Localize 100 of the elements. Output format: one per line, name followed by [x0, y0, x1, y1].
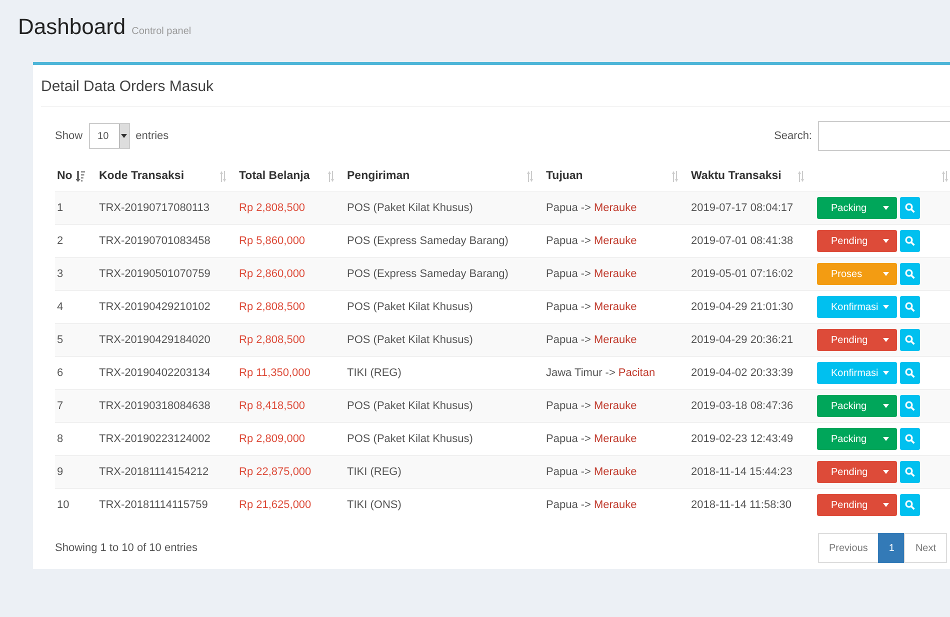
caret-icon — [883, 338, 889, 342]
origin-text: Jawa Timur -> — [546, 367, 616, 379]
column-header[interactable]: Kode Transaksi — [99, 170, 184, 182]
table-cell: TRX-20190429184020 — [99, 334, 210, 346]
table-cell: 2019-07-01 08:41:38 — [691, 235, 794, 247]
view-button[interactable] — [900, 230, 920, 252]
search-icon — [905, 434, 915, 444]
table-cell: POS (Paket Kilat Khusus) — [347, 334, 473, 346]
status-dropdown-button[interactable]: Packing — [817, 197, 897, 219]
table-cell: 8 — [57, 433, 64, 445]
column-header[interactable]: No — [57, 170, 72, 182]
page-title: Dashboard — [18, 14, 126, 40]
view-button[interactable] — [900, 197, 920, 219]
search-field[interactable] — [818, 121, 950, 151]
table-cell: TIKI (REG) — [347, 367, 402, 379]
status-dropdown-button[interactable]: Pending — [817, 494, 897, 516]
status-dropdown-button[interactable]: Pending — [817, 329, 897, 351]
origin-text: Papua -> — [546, 466, 591, 478]
table-cell: 3 — [57, 268, 64, 280]
view-button[interactable] — [900, 428, 920, 450]
search-label: Search: — [774, 130, 812, 142]
column-header[interactable]: Waktu Transaksi — [691, 170, 782, 182]
table-cell: 2019-04-29 20:36:21 — [691, 334, 794, 346]
status-dropdown-button[interactable]: Pending — [817, 461, 897, 483]
table-cell: 2019-05-01 07:16:02 — [691, 268, 794, 280]
table-cell: 9 — [57, 466, 64, 478]
table-cell: Rp 2,808,500 — [239, 301, 306, 313]
table-cell: 2019-04-02 20:33:39 — [691, 367, 794, 379]
caret-icon — [883, 305, 889, 309]
search-icon — [905, 269, 915, 279]
table-cell: 2019-07-17 08:04:17 — [691, 202, 794, 214]
table-cell: 2018-11-14 15:44:23 — [691, 466, 792, 478]
table-cell: Rp 11,350,000 — [239, 367, 310, 379]
table-cell: 2019-02-23 12:43:49 — [691, 433, 794, 445]
table-cell: TIKI (ONS) — [347, 499, 402, 511]
page-subtitle: Control panel — [132, 26, 192, 37]
column-header[interactable]: Tujuan — [546, 170, 583, 182]
table-info: Showing 1 to 10 of 10 entries — [55, 542, 198, 554]
city-text: Merauke — [594, 499, 637, 511]
caret-icon — [883, 503, 889, 507]
caret-icon — [883, 470, 889, 474]
caret-icon — [121, 134, 128, 138]
box-title: Detail Data Orders Masuk — [41, 65, 950, 107]
table-cell: 10 — [57, 499, 70, 511]
status-dropdown-button[interactable]: Packing — [817, 395, 897, 417]
origin-text: Papua -> — [546, 400, 591, 412]
table-cell: TRX-20190429210102 — [99, 301, 210, 313]
caret-icon — [883, 239, 889, 243]
origin-text: Papua -> — [546, 334, 591, 346]
search-icon — [905, 236, 915, 246]
table-cell: TIKI (REG) — [347, 466, 402, 478]
table-cell: POS (Express Sameday Barang) — [347, 268, 508, 280]
column-header[interactable]: Pengiriman — [347, 170, 410, 182]
table-cell: Rp 2,808,500 — [239, 202, 306, 214]
view-button[interactable] — [900, 461, 920, 483]
city-text: Merauke — [594, 466, 637, 478]
city-text: Merauke — [594, 235, 637, 247]
entries-label: entries — [136, 130, 169, 142]
pagination-button[interactable]: Next — [904, 533, 947, 563]
table-cell: 4 — [57, 301, 64, 313]
table-cell: POS (Paket Kilat Khusus) — [347, 433, 473, 445]
view-button[interactable] — [900, 395, 920, 417]
table-cell: TRX-20181114154212 — [99, 466, 209, 478]
table-cell: Rp 2,809,000 — [239, 433, 306, 445]
origin-text: Papua -> — [546, 235, 591, 247]
table-cell: TRX-20190402203134 — [99, 367, 210, 379]
table-cell: POS (Paket Kilat Khusus) — [347, 400, 473, 412]
table-cell: 2019-04-29 21:01:30 — [691, 301, 794, 313]
pagination-button[interactable]: Previous — [818, 533, 879, 563]
caret-icon — [883, 371, 889, 375]
table-cell: 7 — [57, 400, 64, 412]
column-header[interactable]: Total Belanja — [239, 170, 310, 182]
show-label: Show — [55, 130, 83, 142]
table-cell: Rp 22,875,000 — [239, 466, 312, 478]
search-icon — [905, 467, 915, 477]
table-cell: 2019-03-18 08:47:36 — [691, 400, 794, 412]
status-dropdown-button[interactable]: Pending — [817, 230, 897, 252]
view-button[interactable] — [900, 263, 920, 285]
pagination-button[interactable]: 1 — [878, 533, 906, 563]
view-button[interactable] — [900, 362, 920, 384]
table-cell: TRX-20190501070759 — [99, 268, 210, 280]
city-text: Merauke — [594, 268, 637, 280]
view-button[interactable] — [900, 329, 920, 351]
table-cell: 2018-11-14 11:58:30 — [691, 499, 792, 511]
view-button[interactable] — [900, 296, 920, 318]
origin-text: Papua -> — [546, 202, 591, 214]
caret-icon — [883, 437, 889, 441]
city-text: Merauke — [594, 202, 637, 214]
status-dropdown-button[interactable]: Packing — [817, 428, 897, 450]
table-cell: Rp 2,808,500 — [239, 334, 306, 346]
view-button[interactable] — [900, 494, 920, 516]
table-cell: 2 — [57, 235, 64, 247]
table-cell: POS (Paket Kilat Khusus) — [347, 202, 473, 214]
search-icon — [905, 500, 915, 510]
search-icon — [905, 368, 915, 378]
table-cell: TRX-20190717080113 — [99, 202, 210, 214]
entries-select[interactable]: 10 — [88, 123, 130, 149]
search-icon — [905, 335, 915, 345]
search-icon — [905, 302, 915, 312]
table-cell: Rp 21,625,000 — [239, 499, 312, 511]
